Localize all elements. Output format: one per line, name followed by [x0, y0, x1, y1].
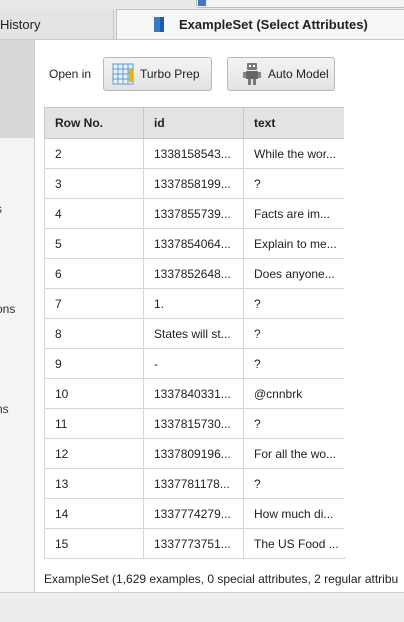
cell-row-no[interactable]: 15: [44, 528, 144, 559]
turbo-prep-icon: [112, 63, 134, 85]
cell-row-no[interactable]: 9: [44, 348, 144, 379]
table-row[interactable]: 14 1337774279... How much di...: [44, 498, 345, 529]
cell-row-no[interactable]: 12: [44, 438, 144, 469]
cell-text[interactable]: Does anyone...: [243, 258, 345, 289]
cell-text[interactable]: Explain to me...: [243, 228, 345, 259]
cell-id[interactable]: 1337773751...: [143, 528, 244, 559]
cell-id[interactable]: 1337858199...: [143, 168, 244, 199]
tab-exampleset-label: ExampleSet (Select Attributes): [179, 17, 368, 32]
table-row[interactable]: 13 1337781178...?: [44, 468, 345, 499]
cell-text[interactable]: ?: [243, 318, 345, 349]
cell-text[interactable]: ?: [243, 348, 345, 379]
table-row[interactable]: 3 1337858199...?: [44, 168, 345, 199]
table-row[interactable]: 6 1337852648... Does anyone...: [44, 258, 345, 289]
exampleset-summary: ExampleSet (1,629 examples, 0 special at…: [44, 572, 399, 586]
left-side-panel: s ons ns: [0, 40, 35, 592]
table-row[interactable]: 11 1337815730...?: [44, 408, 345, 439]
table-row[interactable]: 4 1337855739... Facts are im...: [44, 198, 345, 229]
table-row[interactable]: 2 1338158543... While the wor...: [44, 138, 345, 169]
cell-row-no[interactable]: 10: [44, 378, 144, 409]
left-panel-item[interactable]: ons: [0, 302, 15, 316]
table-row[interactable]: 8 States will st...?: [44, 318, 345, 349]
table-side-area: [344, 107, 364, 557]
auto-model-button[interactable]: Auto Model: [227, 57, 335, 91]
left-panel-selected-item[interactable]: [0, 40, 34, 138]
cell-text[interactable]: ?: [243, 468, 345, 499]
cell-id[interactable]: 1337840331...: [143, 378, 244, 409]
cell-text[interactable]: ?: [243, 288, 345, 319]
cell-id[interactable]: 1337781178...: [143, 468, 244, 499]
cell-row-no[interactable]: 3: [44, 168, 144, 199]
tab-history[interactable]: History: [0, 9, 114, 39]
cell-text[interactable]: Facts are im...: [243, 198, 345, 229]
bottom-bar: [0, 592, 404, 622]
cell-row-no[interactable]: 4: [44, 198, 144, 229]
cell-id[interactable]: 1337815730...: [143, 408, 244, 439]
cell-row-no[interactable]: 8: [44, 318, 144, 349]
table-header-row: Row No. id text: [44, 107, 345, 139]
table-row[interactable]: 5 1337854064... Explain to me...: [44, 228, 345, 259]
table-row[interactable]: 10 1337840331... @cnnbrk: [44, 378, 345, 409]
open-in-label: Open in: [49, 67, 92, 81]
cell-row-no[interactable]: 6: [44, 258, 144, 289]
cell-id[interactable]: 1.: [143, 288, 244, 319]
robot-icon: [243, 63, 261, 85]
cell-id[interactable]: 1337774279...: [143, 498, 244, 529]
tab-exampleset[interactable]: ExampleSet (Select Attributes): [116, 9, 404, 39]
cell-id[interactable]: 1337809196...: [143, 438, 244, 469]
cell-text[interactable]: The US Food ...: [243, 528, 345, 559]
tab-bar: History ExampleSet (Select Attributes): [0, 9, 404, 40]
cell-row-no[interactable]: 11: [44, 408, 144, 439]
cell-id[interactable]: -: [143, 348, 244, 379]
window-title-fragment: [196, 0, 404, 8]
column-header-text[interactable]: text: [243, 107, 345, 139]
table-row[interactable]: 7 1.?: [44, 288, 345, 319]
cell-text[interactable]: While the wor...: [243, 138, 345, 169]
data-table: Row No. id text 2 1338158543... While the …: [44, 107, 345, 559]
left-panel-item[interactable]: ns: [0, 402, 9, 416]
left-panel-item[interactable]: s: [0, 202, 2, 216]
cell-text[interactable]: ?: [243, 168, 345, 199]
column-header-id[interactable]: id: [143, 107, 244, 139]
window-app-icon: [198, 0, 206, 6]
cell-id[interactable]: 1337852648...: [143, 258, 244, 289]
column-header-row-no[interactable]: Row No.: [44, 107, 144, 139]
cell-text[interactable]: ?: [243, 408, 345, 439]
cell-text[interactable]: @cnnbrk: [243, 378, 345, 409]
tab-history-label: History: [0, 16, 41, 32]
turbo-prep-label: Turbo Prep: [140, 67, 200, 81]
cell-row-no[interactable]: 2: [44, 138, 144, 169]
cell-id[interactable]: 1337854064...: [143, 228, 244, 259]
turbo-prep-button[interactable]: Turbo Prep: [103, 57, 212, 91]
table-row[interactable]: 15 1337773751... The US Food ...: [44, 528, 345, 559]
cell-id[interactable]: 1338158543...: [143, 138, 244, 169]
cell-row-no[interactable]: 14: [44, 498, 144, 529]
table-row[interactable]: 12 1337809196... For all the wo...: [44, 438, 345, 469]
document-icon: [154, 17, 164, 32]
cell-row-no[interactable]: 7: [44, 288, 144, 319]
table-row[interactable]: 9-?: [44, 348, 345, 379]
cell-text[interactable]: How much di...: [243, 498, 345, 529]
results-view: Open in Turbo Prep Auto Model Row No. id…: [35, 40, 404, 592]
cell-row-no[interactable]: 5: [44, 228, 144, 259]
cell-row-no[interactable]: 13: [44, 468, 144, 499]
cell-text[interactable]: For all the wo...: [243, 438, 345, 469]
cell-id[interactable]: States will st...: [143, 318, 244, 349]
cell-id[interactable]: 1337855739...: [143, 198, 244, 229]
auto-model-label: Auto Model: [268, 67, 329, 81]
